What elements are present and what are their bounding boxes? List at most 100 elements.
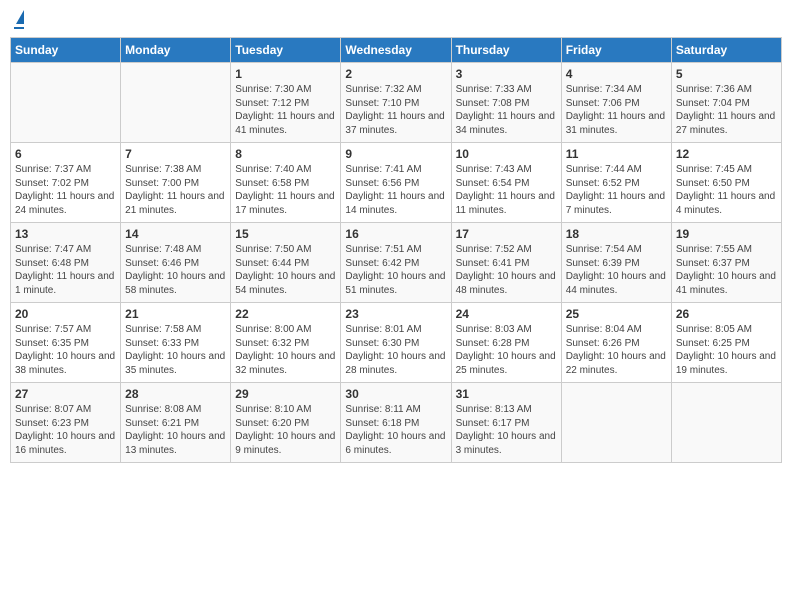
day-info: Sunrise: 7:44 AM Sunset: 6:52 PM Dayligh…	[566, 163, 667, 217]
day-number: 14	[125, 227, 226, 241]
day-number: 28	[125, 387, 226, 401]
calendar-cell	[121, 63, 231, 143]
calendar-week-row: 13 Sunrise: 7:47 AM Sunset: 6:48 PM Dayli…	[11, 223, 782, 303]
day-number: 26	[676, 307, 777, 321]
weekday-header: Wednesday	[341, 38, 451, 63]
day-info: Sunrise: 7:38 AM Sunset: 7:00 PM Dayligh…	[125, 163, 226, 217]
day-number: 29	[235, 387, 336, 401]
day-number: 1	[235, 67, 336, 81]
day-info: Sunrise: 7:30 AM Sunset: 7:12 PM Dayligh…	[235, 83, 336, 137]
calendar-cell: 3 Sunrise: 7:33 AM Sunset: 7:08 PM Daylig…	[451, 63, 561, 143]
logo	[14, 10, 24, 29]
day-info: Sunrise: 7:43 AM Sunset: 6:54 PM Dayligh…	[456, 163, 557, 217]
day-info: Sunrise: 7:47 AM Sunset: 6:48 PM Dayligh…	[15, 243, 116, 297]
calendar-cell: 8Sunrise: 7:40 AM Sunset: 6:58 PM Daylig…	[231, 143, 341, 223]
day-info: Sunrise: 7:32 AM Sunset: 7:10 PM Dayligh…	[345, 83, 446, 137]
calendar-cell: 7 Sunrise: 7:38 AM Sunset: 7:00 PM Daylig…	[121, 143, 231, 223]
day-number: 4	[566, 67, 667, 81]
day-info: Sunrise: 8:04 AM Sunset: 6:26 PM Dayligh…	[566, 323, 667, 377]
calendar-cell: 13 Sunrise: 7:47 AM Sunset: 6:48 PM Dayli…	[11, 223, 121, 303]
calendar-cell: 22Sunrise: 8:00 AM Sunset: 6:32 PM Dayli…	[231, 303, 341, 383]
weekday-header: Monday	[121, 38, 231, 63]
day-number: 15	[235, 227, 336, 241]
day-info: Sunrise: 7:36 AM Sunset: 7:04 PM Dayligh…	[676, 83, 777, 137]
day-info: Sunrise: 7:37 AM Sunset: 7:02 PM Dayligh…	[15, 163, 116, 217]
calendar-cell: 28 Sunrise: 8:08 AM Sunset: 6:21 PM Dayli…	[121, 383, 231, 463]
day-info: Sunrise: 7:41 AM Sunset: 6:56 PM Dayligh…	[345, 163, 446, 217]
calendar-cell: 12 Sunrise: 7:45 AM Sunset: 6:50 PM Dayli…	[671, 143, 781, 223]
day-number: 8	[235, 147, 336, 161]
calendar-cell: 9 Sunrise: 7:41 AM Sunset: 6:56 PM Daylig…	[341, 143, 451, 223]
day-number: 3	[456, 67, 557, 81]
day-info: Sunrise: 7:52 AM Sunset: 6:41 PM Dayligh…	[456, 243, 557, 297]
day-number: 27	[15, 387, 116, 401]
calendar-cell: 31Sunrise: 8:13 AM Sunset: 6:17 PM Dayli…	[451, 383, 561, 463]
day-number: 5	[676, 67, 777, 81]
day-number: 30	[345, 387, 446, 401]
day-info: Sunrise: 8:01 AM Sunset: 6:30 PM Dayligh…	[345, 323, 446, 377]
day-number: 12	[676, 147, 777, 161]
day-number: 6	[15, 147, 116, 161]
day-info: Sunrise: 7:50 AM Sunset: 6:44 PM Dayligh…	[235, 243, 336, 297]
day-number: 11	[566, 147, 667, 161]
day-info: Sunrise: 8:10 AM Sunset: 6:20 PM Dayligh…	[235, 403, 336, 457]
calendar-cell: 19 Sunrise: 7:55 AM Sunset: 6:37 PM Dayli…	[671, 223, 781, 303]
logo-triangle-icon	[16, 10, 24, 24]
calendar-cell: 4 Sunrise: 7:34 AM Sunset: 7:06 PM Daylig…	[561, 63, 671, 143]
day-info: Sunrise: 7:33 AM Sunset: 7:08 PM Dayligh…	[456, 83, 557, 137]
page-header	[10, 10, 782, 29]
day-number: 17	[456, 227, 557, 241]
weekday-header: Thursday	[451, 38, 561, 63]
day-info: Sunrise: 7:34 AM Sunset: 7:06 PM Dayligh…	[566, 83, 667, 137]
day-number: 25	[566, 307, 667, 321]
day-info: Sunrise: 8:08 AM Sunset: 6:21 PM Dayligh…	[125, 403, 226, 457]
day-info: Sunrise: 7:45 AM Sunset: 6:50 PM Dayligh…	[676, 163, 777, 217]
day-info: Sunrise: 8:03 AM Sunset: 6:28 PM Dayligh…	[456, 323, 557, 377]
day-info: Sunrise: 7:57 AM Sunset: 6:35 PM Dayligh…	[15, 323, 116, 377]
day-info: Sunrise: 8:11 AM Sunset: 6:18 PM Dayligh…	[345, 403, 446, 457]
day-info: Sunrise: 7:55 AM Sunset: 6:37 PM Dayligh…	[676, 243, 777, 297]
calendar-cell: 10 Sunrise: 7:43 AM Sunset: 6:54 PM Dayli…	[451, 143, 561, 223]
calendar-week-row: 20 Sunrise: 7:57 AM Sunset: 6:35 PM Dayli…	[11, 303, 782, 383]
calendar-cell: 16Sunrise: 7:51 AM Sunset: 6:42 PM Dayli…	[341, 223, 451, 303]
day-number: 23	[345, 307, 446, 321]
calendar-cell: 26Sunrise: 8:05 AM Sunset: 6:25 PM Dayli…	[671, 303, 781, 383]
day-info: Sunrise: 7:58 AM Sunset: 6:33 PM Dayligh…	[125, 323, 226, 377]
calendar-week-row: 27Sunrise: 8:07 AM Sunset: 6:23 PM Dayli…	[11, 383, 782, 463]
calendar-cell: 24Sunrise: 8:03 AM Sunset: 6:28 PM Dayli…	[451, 303, 561, 383]
calendar-table: SundayMondayTuesdayWednesdayThursdayFrid…	[10, 37, 782, 463]
day-number: 21	[125, 307, 226, 321]
day-number: 20	[15, 307, 116, 321]
day-number: 7	[125, 147, 226, 161]
calendar-cell: 11 Sunrise: 7:44 AM Sunset: 6:52 PM Dayli…	[561, 143, 671, 223]
day-number: 2	[345, 67, 446, 81]
day-number: 22	[235, 307, 336, 321]
calendar-body: 1 Sunrise: 7:30 AM Sunset: 7:12 PM Daylig…	[11, 63, 782, 463]
calendar-cell: 15 Sunrise: 7:50 AM Sunset: 6:44 PM Dayli…	[231, 223, 341, 303]
day-info: Sunrise: 7:51 AM Sunset: 6:42 PM Dayligh…	[345, 243, 446, 297]
day-info: Sunrise: 7:54 AM Sunset: 6:39 PM Dayligh…	[566, 243, 667, 297]
day-number: 13	[15, 227, 116, 241]
calendar-cell: 17 Sunrise: 7:52 AM Sunset: 6:41 PM Dayli…	[451, 223, 561, 303]
calendar-cell: 27Sunrise: 8:07 AM Sunset: 6:23 PM Dayli…	[11, 383, 121, 463]
calendar-cell: 18 Sunrise: 7:54 AM Sunset: 6:39 PM Dayli…	[561, 223, 671, 303]
calendar-header-row: SundayMondayTuesdayWednesdayThursdayFrid…	[11, 38, 782, 63]
day-number: 9	[345, 147, 446, 161]
calendar-cell: 21 Sunrise: 7:58 AM Sunset: 6:33 PM Dayli…	[121, 303, 231, 383]
calendar-cell	[561, 383, 671, 463]
day-number: 10	[456, 147, 557, 161]
calendar-week-row: 1 Sunrise: 7:30 AM Sunset: 7:12 PM Daylig…	[11, 63, 782, 143]
weekday-header: Tuesday	[231, 38, 341, 63]
calendar-cell: 30 Sunrise: 8:11 AM Sunset: 6:18 PM Dayli…	[341, 383, 451, 463]
day-number: 18	[566, 227, 667, 241]
weekday-header: Saturday	[671, 38, 781, 63]
day-info: Sunrise: 8:13 AM Sunset: 6:17 PM Dayligh…	[456, 403, 557, 457]
calendar-cell: 23 Sunrise: 8:01 AM Sunset: 6:30 PM Dayli…	[341, 303, 451, 383]
calendar-cell	[11, 63, 121, 143]
calendar-cell: 1 Sunrise: 7:30 AM Sunset: 7:12 PM Daylig…	[231, 63, 341, 143]
day-info: Sunrise: 7:48 AM Sunset: 6:46 PM Dayligh…	[125, 243, 226, 297]
calendar-cell: 29 Sunrise: 8:10 AM Sunset: 6:20 PM Dayli…	[231, 383, 341, 463]
calendar-cell: 6 Sunrise: 7:37 AM Sunset: 7:02 PM Daylig…	[11, 143, 121, 223]
calendar-week-row: 6 Sunrise: 7:37 AM Sunset: 7:02 PM Daylig…	[11, 143, 782, 223]
day-number: 19	[676, 227, 777, 241]
